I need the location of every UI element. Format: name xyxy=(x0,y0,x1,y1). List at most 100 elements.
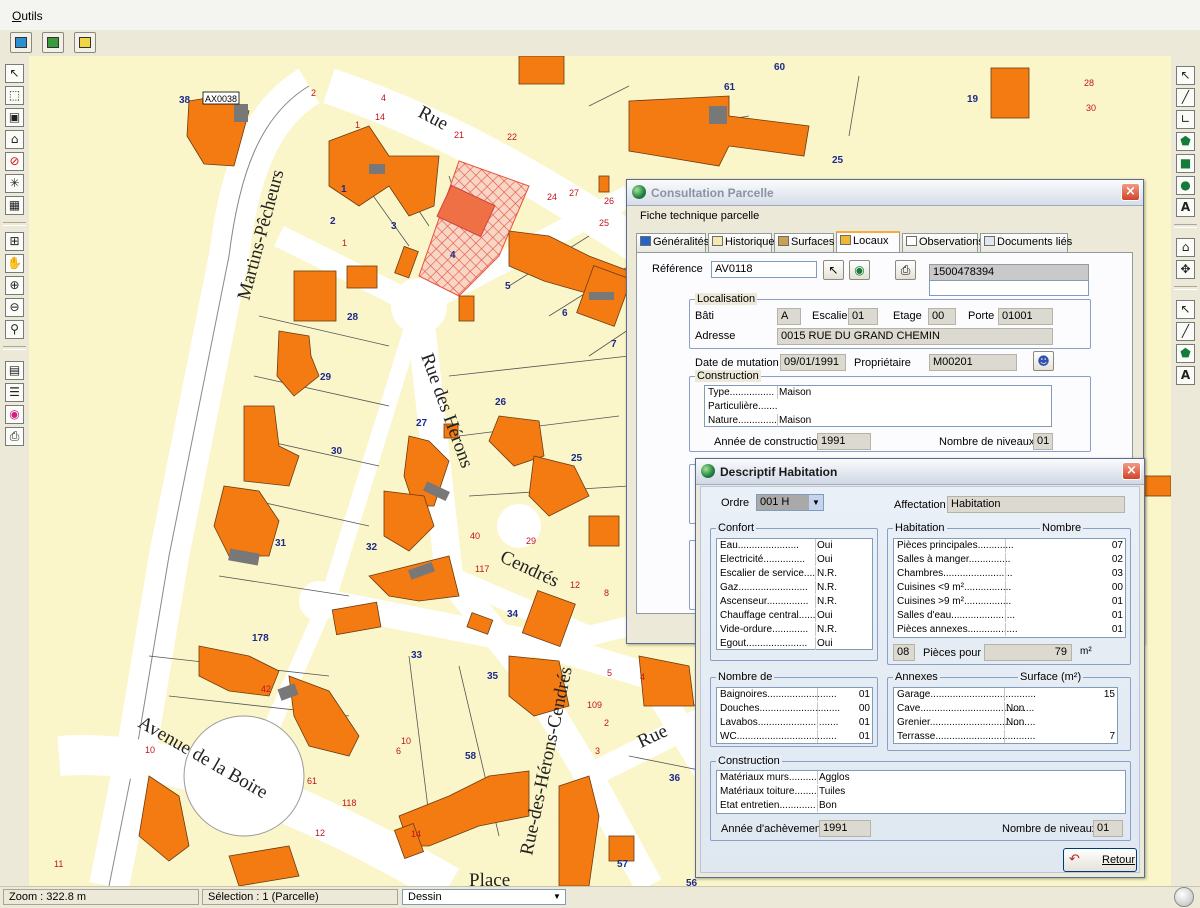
print-icon[interactable]: ▤ xyxy=(5,361,24,380)
select-arrow-icon[interactable]: ↖ xyxy=(5,64,24,83)
street-name: Place xyxy=(469,870,510,886)
pan-hand-icon[interactable]: ✋ xyxy=(5,254,24,273)
bati-field: A xyxy=(777,308,801,325)
grid-icon[interactable]: ▦ xyxy=(5,196,24,215)
legend-icon[interactable]: ☰ xyxy=(5,383,24,402)
select-parcel-button[interactable]: ↖ xyxy=(823,260,844,280)
svg-text:5: 5 xyxy=(607,668,612,678)
reference-field[interactable]: AV0118 xyxy=(711,261,817,278)
magnifier-icon[interactable]: ⚲ xyxy=(5,320,24,339)
edit-icon[interactable] xyxy=(74,32,96,53)
ordre-select[interactable]: 001 H ▼ xyxy=(756,494,824,511)
layer-select[interactable]: Dessin ▼ xyxy=(402,889,566,905)
svg-text:61: 61 xyxy=(307,776,317,786)
reference-label: Référence xyxy=(652,263,703,275)
confort-list: Eau...................... Oui Electricité… xyxy=(716,538,873,650)
parcel-label: 2 xyxy=(330,216,336,227)
export-icon[interactable]: ⎙ xyxy=(5,427,24,446)
globe-icon xyxy=(701,464,715,478)
open-icon[interactable] xyxy=(10,32,32,53)
select-parcel-icon[interactable]: ▣ xyxy=(5,108,24,127)
draw-circle-icon[interactable]: ● xyxy=(1176,176,1195,195)
query-text-icon[interactable]: A xyxy=(1176,366,1195,385)
svg-text:1: 1 xyxy=(342,238,347,248)
parcel-label: 25 xyxy=(571,453,583,464)
confort-group: Confort Eau...................... Oui Ele… xyxy=(710,522,878,661)
layers-icon[interactable] xyxy=(42,32,64,53)
parcel-label: 3 xyxy=(391,221,397,232)
svg-text:22: 22 xyxy=(507,132,517,142)
parcel-label: 7 xyxy=(611,339,617,350)
svg-text:6: 6 xyxy=(396,746,401,756)
select-building-icon[interactable]: ⌂ xyxy=(5,130,24,149)
tab-surfaces[interactable]: Surfaces xyxy=(774,233,834,252)
query-pointer-icon[interactable]: ↖ xyxy=(1176,300,1195,319)
compass-icon[interactable] xyxy=(1174,887,1194,907)
menu-outils[interactable]: Outils xyxy=(12,9,43,23)
select-zone-icon[interactable]: ⬚ xyxy=(5,86,24,105)
svg-text:27: 27 xyxy=(569,188,579,198)
selection-status: Sélection : 1 (Parcelle) xyxy=(202,889,398,905)
draw-text-icon[interactable]: A xyxy=(1176,198,1195,217)
parcel-label: 26 xyxy=(495,397,507,408)
zoom-window-icon[interactable]: ⊞ xyxy=(5,232,24,251)
etage-field: 00 xyxy=(928,308,956,325)
svg-text:3: 3 xyxy=(595,746,600,756)
adresse-field: 0015 RUE DU GRAND CHEMIN xyxy=(777,328,1053,345)
draw-polyline-icon[interactable]: ∟ xyxy=(1176,110,1195,129)
invariant-extra-field[interactable] xyxy=(929,280,1089,296)
affectation-field: Habitation xyxy=(947,496,1125,513)
svg-text:109: 109 xyxy=(587,700,602,710)
right-toolbar: ↖ ╱ ∟ ⬟ ■ ● A ⌂ ✥ ↖ ╱ ⬟ A xyxy=(1171,56,1200,886)
draw-polygon-icon[interactable]: ⬟ xyxy=(1176,132,1195,151)
draw-rectangle-icon[interactable]: ■ xyxy=(1176,154,1195,173)
parcel-label: 27 xyxy=(416,418,428,429)
close-icon[interactable]: × xyxy=(1121,183,1140,201)
parcel-label: 29 xyxy=(320,372,332,383)
no-selection-icon[interactable]: ⊘ xyxy=(5,152,24,171)
svg-text:11: 11 xyxy=(54,859,63,869)
draw-line-icon[interactable]: ╱ xyxy=(1176,88,1195,107)
zoom-out-icon[interactable]: ⊖ xyxy=(5,298,24,317)
edit-vertex-icon[interactable]: ⌂ xyxy=(1176,238,1195,257)
svg-text:10: 10 xyxy=(145,745,155,755)
move-icon[interactable]: ✥ xyxy=(1176,260,1195,279)
pieces-surface-field: 79 xyxy=(984,644,1072,661)
query-line-icon[interactable]: ╱ xyxy=(1176,322,1195,341)
descriptif-niveaux-field: 01 xyxy=(1093,820,1123,837)
owner-detail-button[interactable]: ☻ xyxy=(1033,351,1054,371)
svg-text:40: 40 xyxy=(470,531,480,541)
close-icon[interactable]: × xyxy=(1122,462,1141,480)
query-polygon-icon[interactable]: ⬟ xyxy=(1176,344,1195,363)
locate-button[interactable]: ◉ xyxy=(849,260,870,280)
escalier-field: 01 xyxy=(848,308,878,325)
svg-text:118: 118 xyxy=(342,798,356,808)
descriptif-title: Descriptif Habitation xyxy=(720,465,838,479)
parcel-label: 178 xyxy=(252,633,269,644)
retour-button[interactable]: ↶ Retour xyxy=(1063,848,1137,872)
materiaux-list: Matériaux murs.......... Agglos Matériaux… xyxy=(716,770,1126,814)
left-toolbar: ↖ ⬚ ▣ ⌂ ⊘ ✳ ▦ ⊞ ✋ ⊕ ⊖ ⚲ ▤ ☰ ◉ ⎙ xyxy=(0,56,29,886)
svg-text:14: 14 xyxy=(411,829,421,839)
tab-observations[interactable]: Observations xyxy=(902,233,984,252)
svg-text:1: 1 xyxy=(355,120,360,130)
zoom-in-icon[interactable]: ⊕ xyxy=(5,276,24,295)
print-button[interactable]: ⎙ xyxy=(895,260,916,280)
svg-text:4: 4 xyxy=(381,93,386,103)
return-arrow-icon: ↶ xyxy=(1069,852,1080,867)
svg-text:12: 12 xyxy=(570,580,580,590)
tab-historique[interactable]: Historique xyxy=(708,233,775,252)
tab-locaux[interactable]: Locaux xyxy=(836,231,900,253)
draw-pointer-icon[interactable]: ↖ xyxy=(1176,66,1195,85)
extent-icon[interactable]: ✳ xyxy=(5,174,24,193)
tab-documents-lies[interactable]: Documents liés xyxy=(980,233,1072,252)
fiche-label: Fiche technique parcelle xyxy=(640,210,760,222)
svg-text:21: 21 xyxy=(454,130,464,140)
porte-field: 01001 xyxy=(998,308,1053,325)
tab-generalites[interactable]: Généralités xyxy=(636,233,709,252)
svg-text:117: 117 xyxy=(475,564,489,574)
menu-bar: Outils xyxy=(0,0,1200,31)
svg-text:8: 8 xyxy=(604,588,609,598)
color-icon[interactable]: ◉ xyxy=(5,405,24,424)
descriptif-construction-group: Construction Matériaux murs.......... Agg… xyxy=(710,755,1131,841)
